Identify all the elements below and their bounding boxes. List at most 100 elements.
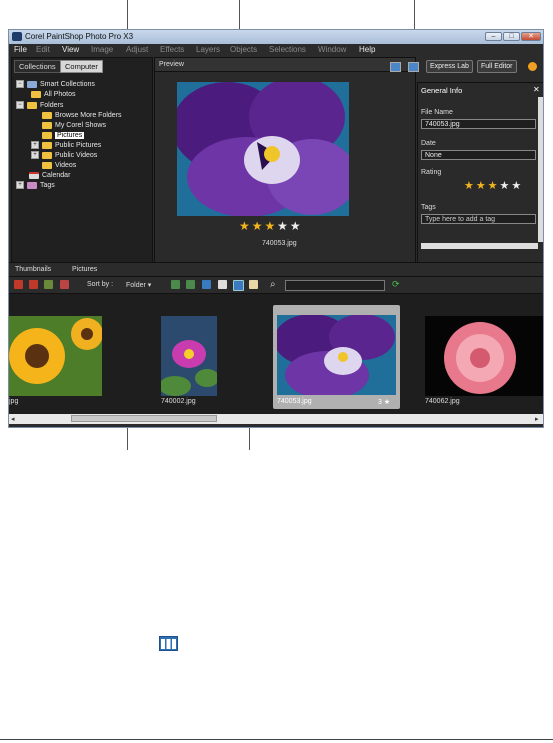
maximize-button[interactable]: □	[503, 32, 520, 41]
express-lab-button[interactable]: Express Lab	[426, 60, 473, 73]
star-icon[interactable]: ★	[277, 220, 288, 232]
thumbnail-rose[interactable]	[425, 316, 544, 396]
email-icon[interactable]	[249, 280, 258, 289]
star-icon[interactable]: ★	[499, 180, 509, 192]
tree-item-folders[interactable]: − Folders	[16, 101, 63, 111]
thumbnail-toolbar: Sort by : Folder ▾ ⌕ ⟳	[9, 277, 543, 294]
rating-label: Rating	[421, 169, 442, 176]
tree-item-pictures[interactable]: Pictures	[42, 131, 85, 141]
tree-item-all-photos[interactable]: All Photos	[31, 90, 76, 100]
photo-edit-icon[interactable]	[44, 280, 53, 289]
panel-toggle-icon[interactable]	[408, 62, 419, 72]
tab-pictures[interactable]: Pictures	[72, 266, 97, 273]
title-bar: Corel PaintShop Photo Pro X3 – □ ✕	[9, 30, 543, 44]
close-window-button[interactable]: ✕	[521, 32, 541, 41]
rotate-left-icon[interactable]	[14, 280, 23, 289]
tab-collections[interactable]: Collections	[14, 60, 61, 73]
tree-item-calendar[interactable]: Calendar	[29, 171, 70, 181]
rotate-right-icon[interactable]	[29, 280, 38, 289]
thumbnail-selected[interactable]: 740053.jpg 3 ★	[273, 305, 400, 409]
expand-toggle-icon[interactable]: +	[16, 181, 24, 190]
menu-layers[interactable]: Layers	[196, 45, 220, 54]
menu-view[interactable]: View	[62, 45, 79, 54]
thumbnail-caption: 740062.jpg	[425, 398, 460, 405]
full-editor-button[interactable]: Full Editor	[477, 60, 517, 73]
star-icon[interactable]: ★	[464, 180, 474, 192]
play-icon[interactable]	[202, 280, 211, 289]
sort-label: Sort by :	[87, 281, 114, 288]
date-field[interactable]: None	[421, 150, 536, 160]
star-icon[interactable]: ★	[488, 180, 498, 192]
collapse-toggle-icon[interactable]: −	[16, 80, 24, 89]
calendar-icon	[29, 171, 39, 179]
thumbnail-caption: 740002.jpg	[161, 398, 196, 405]
menu-window[interactable]: Window	[318, 45, 346, 54]
panel-layout-icon	[159, 636, 178, 651]
expand-toggle-icon[interactable]: +	[31, 151, 39, 160]
menu-selections[interactable]: Selections	[269, 45, 306, 54]
thumbnail-lotus[interactable]	[161, 316, 217, 396]
smiley-icon[interactable]	[528, 62, 537, 71]
menu-image[interactable]: Image	[91, 45, 113, 54]
star-icon[interactable]: ★	[290, 220, 301, 232]
tags-label: Tags	[421, 204, 436, 211]
collapse-toggle-icon[interactable]: −	[16, 101, 24, 110]
tree-item-videos[interactable]: Videos	[42, 161, 76, 171]
preview-rating[interactable]: ★ ★ ★ ★ ★	[239, 220, 319, 232]
preview-header: Preview	[155, 58, 415, 72]
preview-filename: 740053.jpg	[262, 240, 297, 247]
search-input[interactable]	[285, 280, 385, 291]
tab-computer[interactable]: Computer	[60, 60, 103, 73]
tree-item-public-pictures[interactable]: + Public Pictures	[31, 141, 101, 151]
thumbnail-scrollbar[interactable]: ◂ ▸	[9, 414, 543, 424]
tree-item-smart-collections[interactable]: − Smart Collections	[16, 80, 95, 90]
menu-bar: File Edit View Image Adjust Effects Laye…	[9, 44, 543, 55]
slideshow-icon[interactable]	[186, 280, 195, 289]
folder-icon	[42, 111, 52, 119]
menu-adjust[interactable]: Adjust	[126, 45, 148, 54]
info-vscroll[interactable]	[538, 97, 543, 242]
minimize-button[interactable]: –	[485, 32, 502, 41]
info-hscroll[interactable]	[421, 243, 538, 249]
tab-thumbnails[interactable]: Thumbnails	[15, 266, 51, 273]
thumbnail-tabs: Thumbnails Pictures	[9, 262, 543, 277]
scroll-left-icon[interactable]: ◂	[11, 415, 15, 423]
close-icon[interactable]: ✕	[533, 85, 540, 94]
star-icon[interactable]: ★	[239, 220, 250, 232]
thumbnail-sunflower[interactable]	[9, 316, 102, 396]
print-icon[interactable]	[218, 280, 227, 289]
menu-help[interactable]: Help	[359, 45, 375, 54]
star-icon[interactable]: ★	[476, 180, 486, 192]
thumbnail-caption: 740053.jpg	[277, 398, 312, 405]
preview-label: Preview	[159, 61, 184, 68]
folder-icon	[42, 131, 52, 139]
layout-icon[interactable]	[390, 62, 401, 72]
collections-pane: Collections Computer − Smart Collections …	[11, 57, 153, 287]
scroll-thumb[interactable]	[71, 415, 217, 422]
tags-input[interactable]: Type here to add a tag	[421, 214, 536, 224]
info-icon[interactable]	[233, 280, 244, 291]
tree-item-my-corel-shows[interactable]: My Corel Shows	[42, 121, 106, 131]
refresh-icon[interactable]: ⟳	[392, 279, 400, 290]
file-name-field[interactable]: 740053.jpg	[421, 119, 536, 129]
star-icon[interactable]: ★	[511, 180, 521, 192]
menu-file[interactable]: File	[14, 45, 27, 54]
star-icon[interactable]: ★	[264, 220, 275, 232]
folder-icon	[42, 161, 52, 169]
tree-item-browse-more-folders[interactable]: Browse More Folders	[42, 111, 122, 121]
info-rating[interactable]: ★ ★ ★ ★ ★	[464, 180, 521, 192]
sort-dropdown[interactable]: Folder ▾	[126, 281, 151, 289]
star-icon[interactable]: ★	[252, 220, 263, 232]
menu-objects[interactable]: Objects	[230, 45, 257, 54]
menu-edit[interactable]: Edit	[36, 45, 50, 54]
folder-icon	[31, 90, 41, 98]
app-window: Corel PaintShop Photo Pro X3 – □ ✕ File …	[8, 29, 544, 428]
tree-item-public-videos[interactable]: + Public Videos	[31, 151, 97, 161]
compare-icon[interactable]	[171, 280, 180, 289]
expand-toggle-icon[interactable]: +	[31, 141, 39, 150]
tree-item-tags[interactable]: + Tags	[16, 181, 55, 191]
search-icon[interactable]: ⌕	[270, 279, 276, 290]
menu-effects[interactable]: Effects	[160, 45, 184, 54]
scroll-right-icon[interactable]: ▸	[535, 415, 539, 423]
delete-icon[interactable]	[60, 280, 69, 289]
